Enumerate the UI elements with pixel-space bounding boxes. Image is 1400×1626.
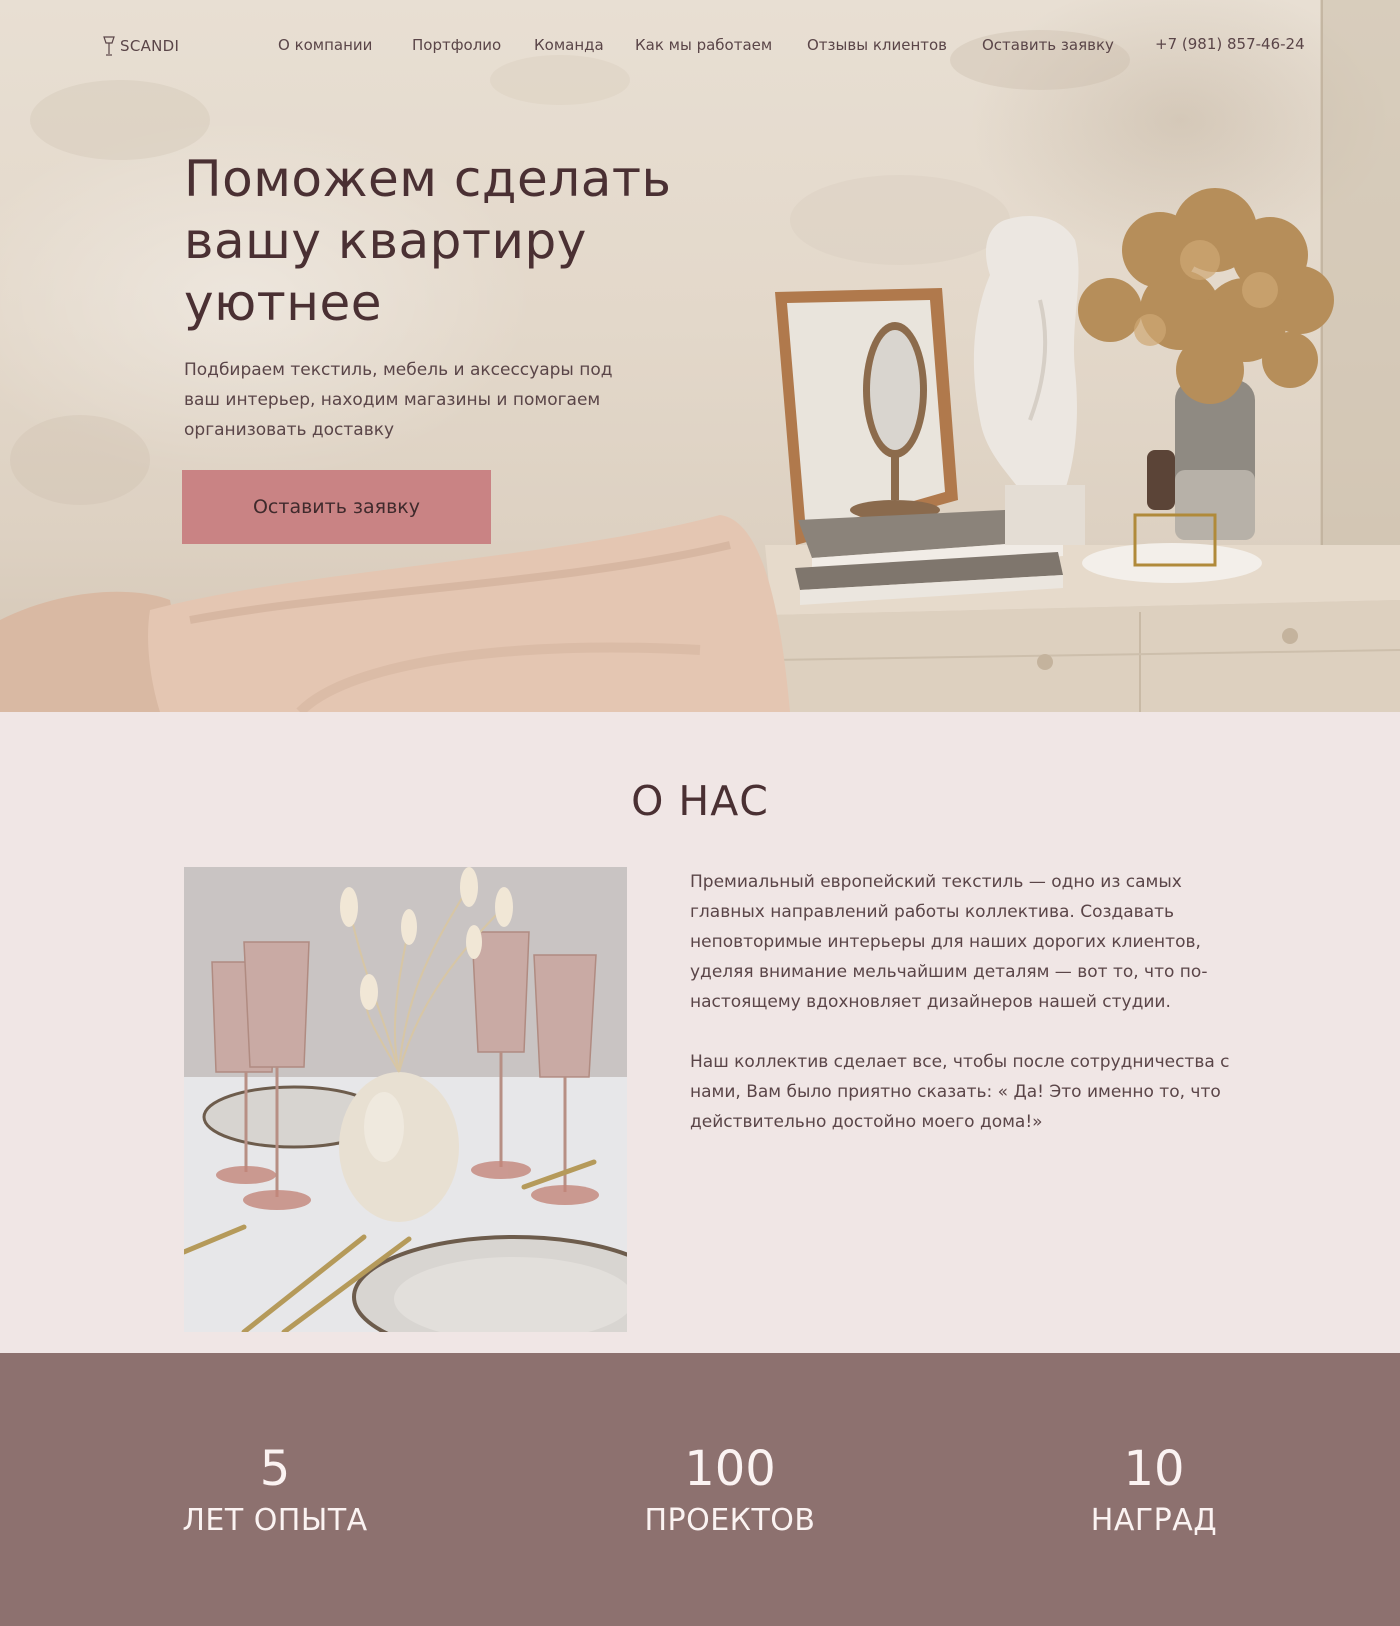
nav-link-process[interactable]: Как мы работаем bbox=[635, 36, 772, 54]
stat-value: 100 bbox=[684, 1441, 776, 1497]
about-paragraph: Премиальный европейский текстиль — одно … bbox=[690, 872, 1208, 1012]
nav-link-reviews[interactable]: Отзывы клиентов bbox=[807, 36, 947, 54]
top-nav: SCANDI О компании Портфолио Команда Как … bbox=[0, 0, 1400, 90]
hero-title: Поможем сделать вашу квартиру уютнее bbox=[184, 150, 672, 332]
table-setting-image bbox=[184, 867, 627, 1332]
logo-text: SCANDI bbox=[120, 37, 180, 55]
nav-link-portfolio[interactable]: Портфолио bbox=[412, 36, 501, 54]
about-paragraph: Наш коллектив сделает все, чтобы после с… bbox=[690, 1052, 1230, 1132]
stat-awards: 10 НАГРАД bbox=[1004, 1439, 1304, 1541]
logo[interactable]: SCANDI bbox=[102, 35, 179, 57]
stats-section: 5 ЛЕТ ОПЫТА 100 ПРОЕКТОВ 10 НАГРАД bbox=[0, 1353, 1400, 1626]
about-title: О НАС bbox=[631, 777, 769, 825]
about-text: Премиальный европейский текстиль — одно … bbox=[690, 867, 1230, 1137]
hero-section: SCANDI О компании Портфолио Команда Как … bbox=[0, 0, 1400, 712]
phone-link[interactable]: +7 (981) 857-46-24 bbox=[1155, 35, 1305, 53]
hero-subtitle: Подбираем текстиль, мебель и аксессуары … bbox=[184, 360, 613, 440]
nav-link-team[interactable]: Команда bbox=[534, 36, 604, 54]
nav-link-request[interactable]: Оставить заявку bbox=[982, 36, 1114, 54]
request-button[interactable]: Оставить заявку bbox=[182, 470, 491, 544]
stat-value: 5 bbox=[259, 1441, 291, 1497]
stat-label: ПРОЕКТОВ bbox=[644, 1503, 816, 1538]
stat-value: 10 bbox=[1123, 1441, 1185, 1497]
stat-projects: 100 ПРОЕКТОВ bbox=[580, 1439, 880, 1541]
nav-link-about[interactable]: О компании bbox=[278, 36, 372, 54]
about-photo bbox=[184, 867, 627, 1332]
stat-years: 5 ЛЕТ ОПЫТА bbox=[125, 1439, 425, 1541]
stat-label: НАГРАД bbox=[1090, 1503, 1218, 1538]
about-section: О НАС Премиальный европейский текстиль —… bbox=[0, 712, 1400, 1353]
stat-label: ЛЕТ ОПЫТА bbox=[182, 1503, 368, 1538]
lamp-icon bbox=[103, 36, 115, 56]
